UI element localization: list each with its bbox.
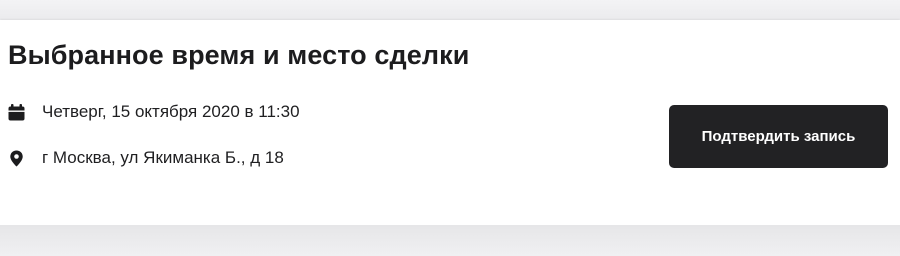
date-row: Четверг, 15 октября 2020 в 11:30 xyxy=(8,100,300,124)
location-text: г Москва, ул Якиманка Б., д 18 xyxy=(42,148,284,167)
bottom-background-strip xyxy=(0,225,900,256)
location-row: г Москва, ул Якиманка Б., д 18 xyxy=(8,146,284,170)
section-title: Выбранное время и место сделки xyxy=(8,40,470,70)
map-pin-icon xyxy=(8,150,25,167)
confirm-booking-button[interactable]: Подтвердить запись xyxy=(669,105,888,168)
date-text: Четверг, 15 октября 2020 в 11:30 xyxy=(42,102,300,121)
top-background-strip xyxy=(0,0,900,20)
calendar-icon xyxy=(8,103,25,121)
